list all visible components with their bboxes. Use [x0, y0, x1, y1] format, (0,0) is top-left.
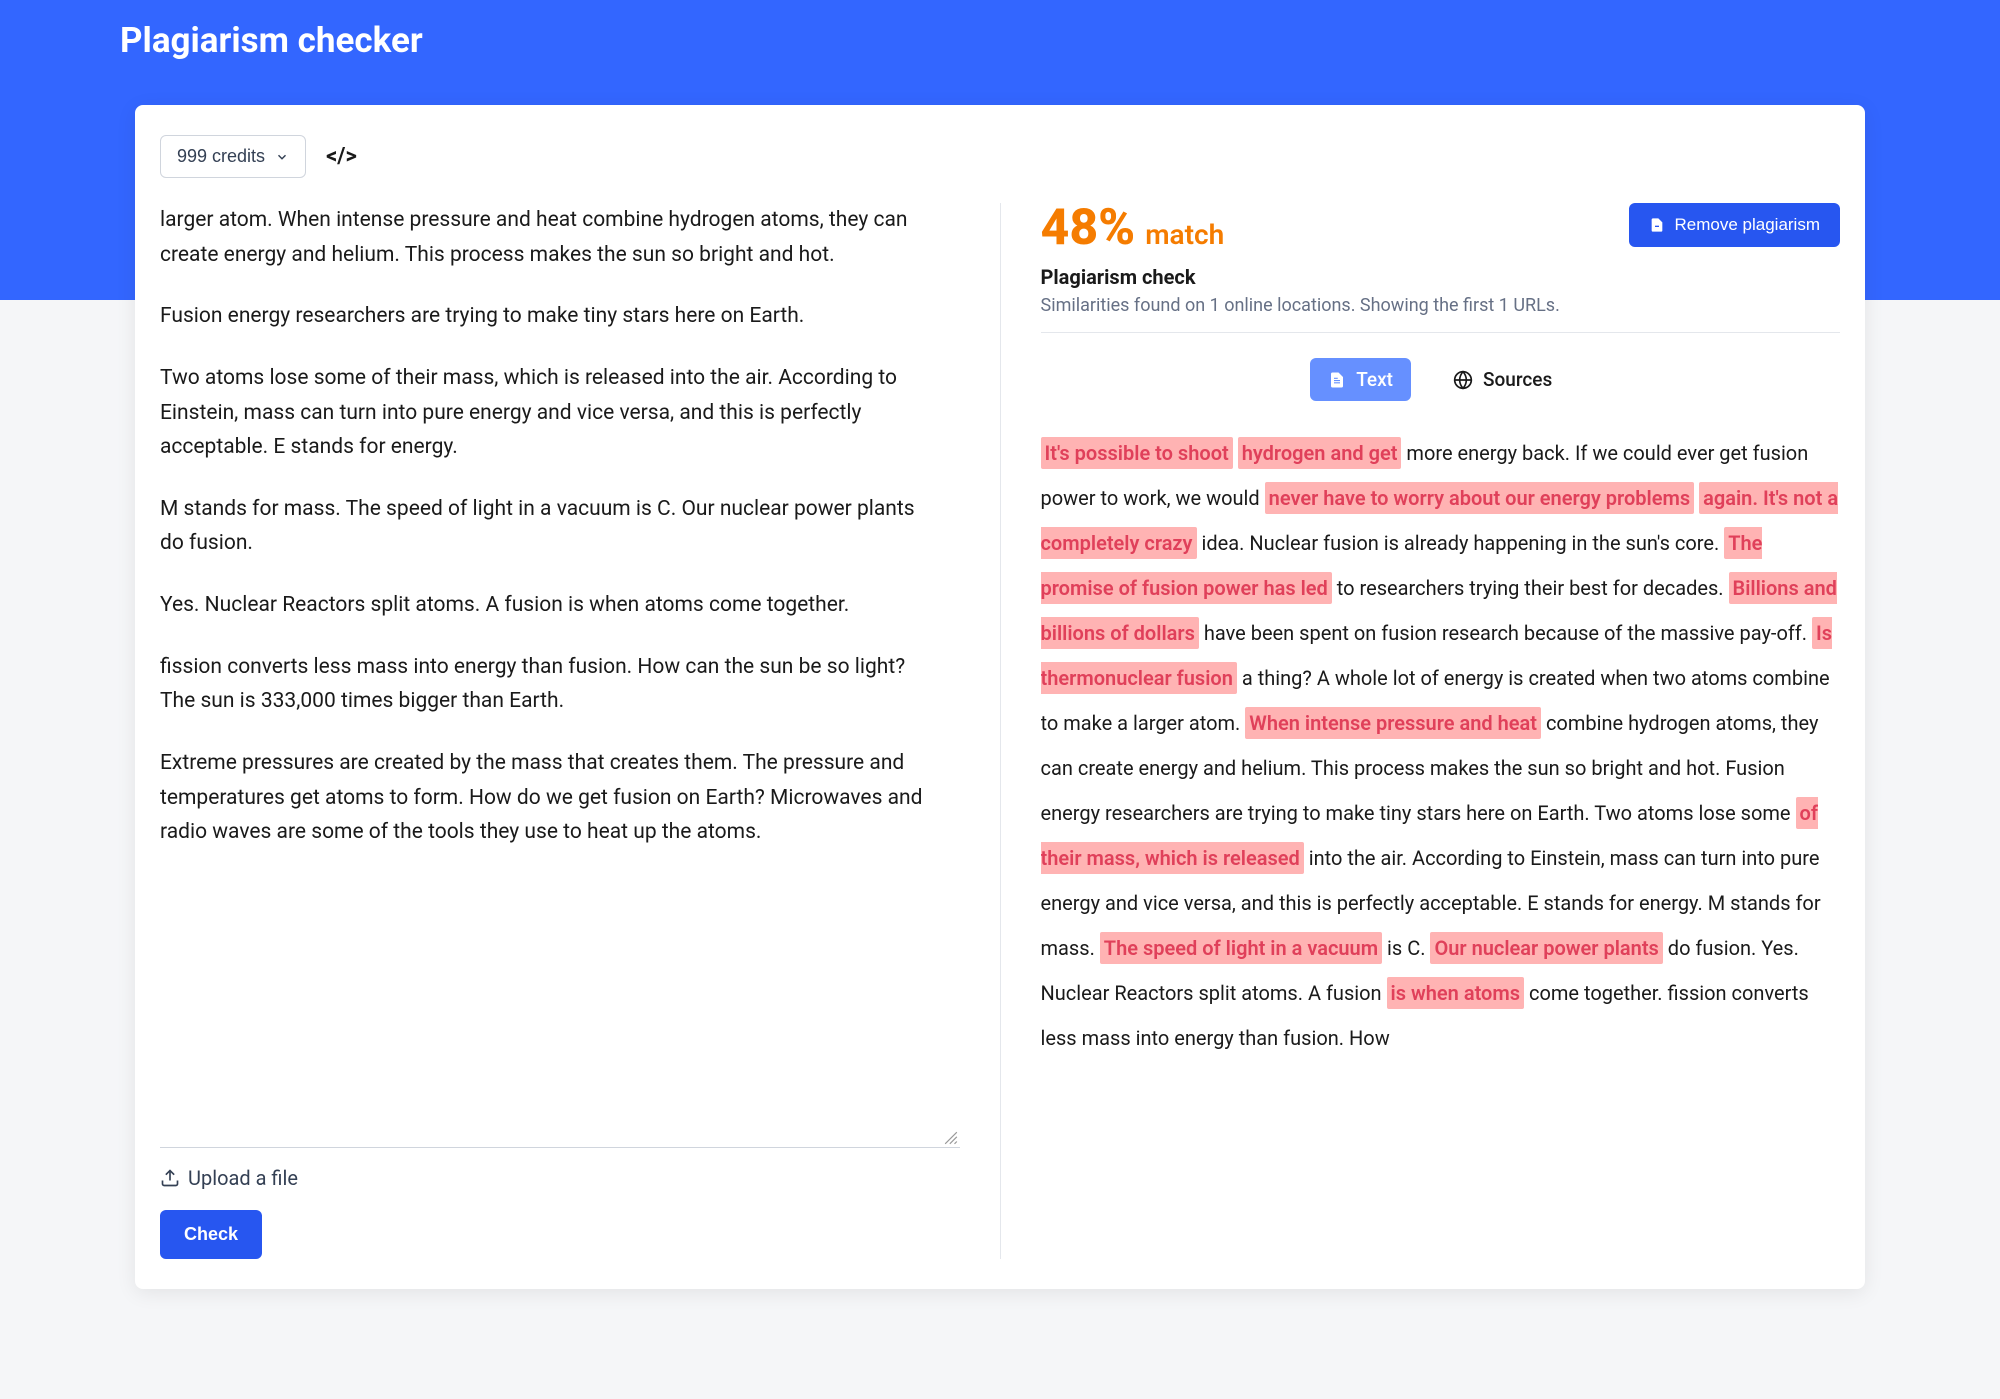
result-header: 48% match Remove plagiarism — [1041, 203, 1841, 253]
result-text: It's possible to shoot hydrogen and get … — [1041, 431, 1841, 1111]
document-icon — [1649, 216, 1665, 234]
tab-sources[interactable]: Sources — [1435, 358, 1570, 401]
match-label: match — [1145, 218, 1224, 251]
toolbar: 999 credits </> — [160, 135, 1840, 178]
result-text-span: idea. Nuclear fusion is already happenin… — [1197, 531, 1725, 555]
input-paragraph: Two atoms lose some of their mass, which… — [160, 361, 940, 465]
input-paragraph: M stands for mass. The speed of light in… — [160, 492, 940, 561]
input-paragraph: larger atom. When intense pressure and h… — [160, 203, 940, 272]
check-title: Plagiarism check — [1041, 265, 1841, 289]
highlighted-match[interactable]: never have to worry about our energy pro… — [1265, 482, 1694, 514]
upload-icon — [160, 1168, 180, 1188]
tab-text[interactable]: Text — [1310, 358, 1411, 401]
input-paragraph: fission converts less mass into energy t… — [160, 650, 940, 719]
highlighted-match[interactable]: It's possible to shoot — [1041, 437, 1233, 469]
content-area: larger atom. When intense pressure and h… — [160, 203, 1840, 1259]
panel-divider — [1000, 203, 1001, 1259]
result-text-span: have been spent on fusion research becau… — [1199, 621, 1812, 645]
highlighted-match[interactable]: hydrogen and get — [1238, 437, 1402, 469]
highlighted-match[interactable]: Our nuclear power plants — [1430, 932, 1662, 964]
resize-grip-icon[interactable] — [944, 1131, 958, 1145]
page-title: Plagiarism checker — [0, 0, 2000, 61]
view-tabs: Text Sources — [1041, 358, 1841, 401]
result-text-span: to researchers trying their best for dec… — [1332, 576, 1729, 600]
results-panel: 48% match Remove plagiarism Plagiarism c… — [1041, 203, 1841, 1259]
check-button[interactable]: Check — [160, 1210, 262, 1259]
match-score: 48% match — [1041, 203, 1225, 253]
highlighted-match[interactable]: is when atoms — [1387, 977, 1524, 1009]
input-paragraph: Fusion energy researchers are trying to … — [160, 299, 940, 334]
highlighted-match[interactable]: The speed of light in a vacuum — [1100, 932, 1382, 964]
match-percent: 48% — [1041, 203, 1136, 253]
document-icon — [1328, 371, 1346, 389]
upload-file-button[interactable]: Upload a file — [160, 1148, 960, 1210]
remove-label: Remove plagiarism — [1675, 215, 1821, 235]
result-text-span: is C. — [1382, 936, 1430, 960]
highlighted-match[interactable]: When intense pressure and heat — [1245, 707, 1541, 739]
input-paragraph: Yes. Nuclear Reactors split atoms. A fus… — [160, 588, 940, 623]
code-icon[interactable]: </> — [326, 144, 357, 169]
globe-icon — [1453, 370, 1473, 390]
input-paragraph: Extreme pressures are created by the mas… — [160, 746, 940, 850]
check-subtitle: Similarities found on 1 online locations… — [1041, 295, 1841, 333]
tab-sources-label: Sources — [1483, 368, 1552, 391]
remove-plagiarism-button[interactable]: Remove plagiarism — [1629, 203, 1841, 247]
tab-text-label: Text — [1356, 368, 1393, 391]
credits-label: 999 credits — [177, 146, 265, 167]
chevron-down-icon — [275, 150, 289, 164]
credits-dropdown[interactable]: 999 credits — [160, 135, 306, 178]
result-text-wrapper: It's possible to shoot hydrogen and get … — [1041, 431, 1841, 1111]
main-card: 999 credits </> larger atom. When intens… — [135, 105, 1865, 1289]
result-text-span — [1233, 441, 1238, 465]
upload-label: Upload a file — [188, 1166, 298, 1190]
text-input-area[interactable]: larger atom. When intense pressure and h… — [160, 203, 960, 1148]
input-panel: larger atom. When intense pressure and h… — [160, 203, 960, 1259]
